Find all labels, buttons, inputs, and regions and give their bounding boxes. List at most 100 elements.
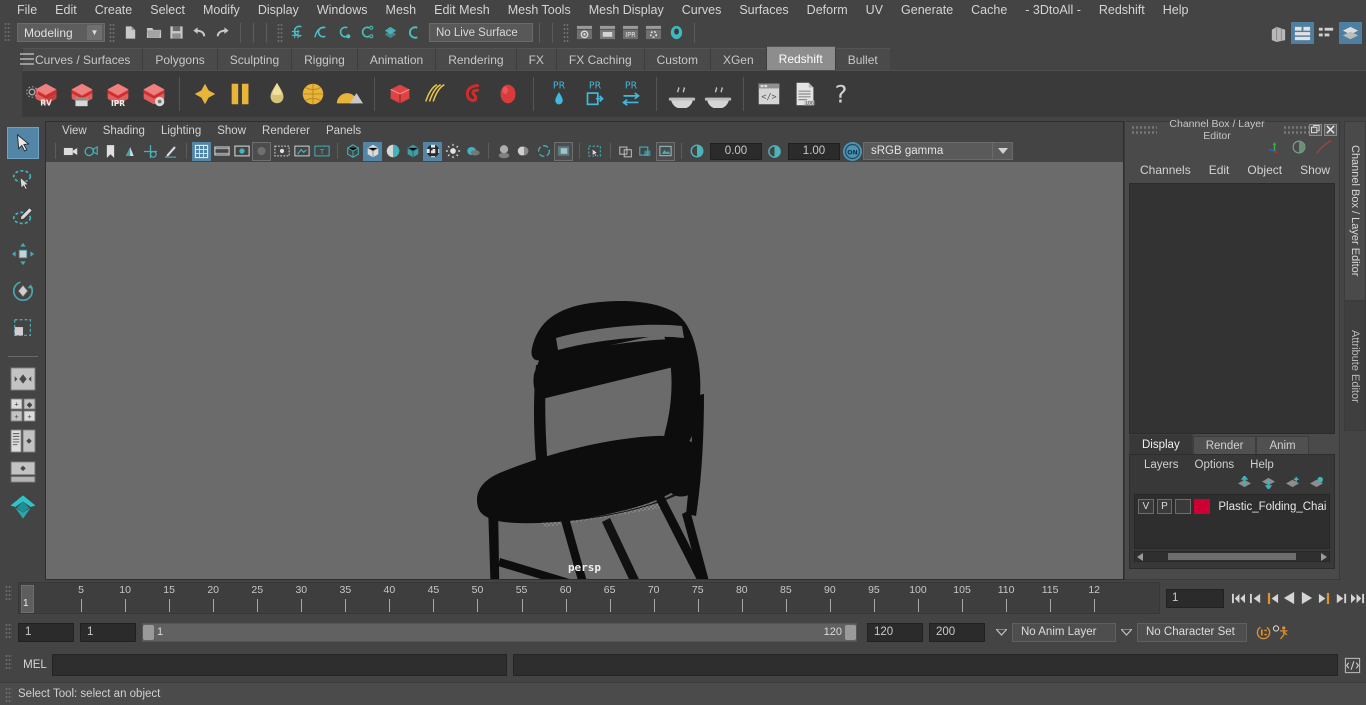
move-layer-down-icon[interactable]: [1261, 476, 1276, 492]
render-settings-icon[interactable]: [642, 22, 665, 44]
character-set-chevron-down-icon[interactable]: [1120, 623, 1133, 642]
shelf-tab-xgen[interactable]: XGen: [709, 48, 766, 70]
snap-to-point-icon[interactable]: [333, 22, 356, 44]
redshift-render-sequence-icon[interactable]: [64, 74, 100, 114]
menu-modify[interactable]: Modify: [194, 0, 249, 20]
redshift-material-icon[interactable]: [187, 74, 223, 114]
menu-curves[interactable]: Curves: [673, 0, 731, 20]
layer-visibility-toggle[interactable]: V: [1138, 499, 1154, 514]
animation-preferences-icon[interactable]: [1272, 622, 1289, 642]
redshift-pr-export-icon[interactable]: PR: [577, 74, 613, 114]
color-management-toggle[interactable]: ON: [843, 141, 862, 161]
playback-end-time-field[interactable]: 120: [867, 622, 923, 642]
scale-tool[interactable]: [7, 312, 39, 344]
camera-attributes-icon[interactable]: [81, 142, 100, 161]
redshift-log-icon[interactable]: .LOG: [787, 74, 823, 114]
two-d-pan-zoom-icon[interactable]: [141, 142, 160, 161]
menu-deform[interactable]: Deform: [798, 0, 857, 20]
shadows-toggle-icon[interactable]: [463, 142, 482, 161]
layer-menu-help[interactable]: Help: [1242, 459, 1282, 471]
safe-action-icon[interactable]: [292, 142, 311, 161]
move-tool[interactable]: [7, 238, 39, 270]
anim-layer-chevron-down-icon[interactable]: [995, 623, 1008, 642]
menu-file[interactable]: File: [8, 0, 46, 20]
anim-layer-dropdown[interactable]: No Anim Layer: [1012, 622, 1116, 642]
dock-tab-attribute-editor[interactable]: Attribute Editor: [1344, 301, 1366, 431]
viewport-snapshot-icon[interactable]: [656, 141, 675, 161]
redshift-sphere-light-icon[interactable]: [295, 74, 331, 114]
step-forward-frame-icon[interactable]: [1315, 588, 1332, 608]
render-current-frame-icon[interactable]: [573, 22, 596, 44]
layer-list-horizontal-scrollbar[interactable]: [1134, 551, 1330, 562]
step-forward-key-icon[interactable]: [1332, 588, 1349, 608]
layer-menu-layers[interactable]: Layers: [1136, 459, 1187, 471]
new-scene-icon[interactable]: [119, 22, 142, 44]
view-transform-dropdown[interactable]: sRGB gamma: [863, 142, 993, 160]
redo-icon[interactable]: [211, 22, 234, 44]
redshift-hair-icon[interactable]: [418, 74, 454, 114]
layer-tab-render[interactable]: Render: [1192, 436, 1257, 454]
shelf-tab-polygons[interactable]: Polygons: [142, 48, 217, 70]
layout-persp-graph[interactable]: [9, 459, 37, 485]
panel-grip[interactable]: [1131, 125, 1157, 134]
shelf-menu-icon[interactable]: [20, 50, 34, 65]
step-back-key-icon[interactable]: [1247, 588, 1264, 608]
gamma-field[interactable]: 1.00: [788, 142, 840, 160]
layer-row[interactable]: V P Plastic_Folding_Chair_: [1138, 498, 1326, 515]
channel-box-curve-icon[interactable]: [1315, 139, 1333, 158]
viewport-menu-show[interactable]: Show: [209, 122, 254, 140]
new-layer-icon[interactable]: [1285, 476, 1300, 492]
redshift-help-icon[interactable]: ?: [823, 74, 859, 114]
show-hide-attribute-editor-icon[interactable]: [1291, 22, 1314, 44]
channel-box-menu-show[interactable]: Show: [1291, 163, 1339, 177]
viewport-menu-view[interactable]: View: [54, 122, 95, 140]
menu-uv[interactable]: UV: [857, 0, 892, 20]
range-slider-right-handle[interactable]: [845, 624, 856, 640]
layout-hypershade[interactable]: [9, 490, 37, 524]
step-back-frame-icon[interactable]: [1264, 588, 1281, 608]
xray-active-components-icon[interactable]: [534, 142, 553, 161]
viewport-menu-renderer[interactable]: Renderer: [254, 122, 318, 140]
shelf-tab-curves-surfaces[interactable]: Curves / Surfaces: [22, 48, 143, 70]
character-set-dropdown[interactable]: No Character Set: [1137, 622, 1247, 642]
menu-mesh[interactable]: Mesh: [377, 0, 426, 20]
ipr-render-icon[interactable]: IPR: [619, 22, 642, 44]
viewport-canvas[interactable]: y x z persp: [46, 162, 1123, 579]
rotate-tool[interactable]: [7, 275, 39, 307]
status-line-grip[interactable]: [4, 22, 11, 43]
move-layer-up-icon[interactable]: [1237, 474, 1252, 492]
shelf-tab-rigging[interactable]: Rigging: [291, 48, 357, 70]
gate-mask-icon[interactable]: [252, 141, 271, 161]
redshift-render-settings-icon[interactable]: [136, 74, 172, 114]
auto-key-icon[interactable]: [1255, 622, 1272, 642]
redshift-proxy-icon[interactable]: [382, 74, 418, 114]
make-live-icon[interactable]: [402, 22, 425, 44]
command-input[interactable]: [52, 654, 507, 676]
live-surface-field[interactable]: No Live Surface: [429, 23, 533, 42]
redshift-bake-icon[interactable]: [664, 74, 700, 114]
menu-cache[interactable]: Cache: [962, 0, 1016, 20]
layout-four-view[interactable]: + ◆ + +: [9, 397, 37, 423]
viewport-screenshot-icon[interactable]: [636, 142, 655, 161]
shelf-options-gear-icon[interactable]: [25, 85, 41, 101]
show-hide-channel-box-icon[interactable]: [1339, 22, 1362, 44]
view-transform-chevron-down-icon[interactable]: [993, 142, 1013, 160]
exposure-icon[interactable]: [687, 142, 706, 161]
shelf-tab-fx-caching[interactable]: FX Caching: [555, 48, 644, 70]
snap-to-view-planes-icon[interactable]: [379, 22, 402, 44]
field-chart-icon[interactable]: [272, 142, 291, 161]
go-to-end-icon[interactable]: [1349, 588, 1366, 608]
film-gate-icon[interactable]: [212, 142, 231, 161]
playback-start-time-field[interactable]: 1: [80, 622, 136, 642]
shelf-tab-sculpting[interactable]: Sculpting: [216, 48, 292, 70]
shade-flat-icon[interactable]: [383, 142, 402, 161]
shelf-tab-custom[interactable]: Custom: [643, 48, 710, 70]
command-language-label[interactable]: MEL: [18, 659, 52, 671]
menu-help[interactable]: Help: [1154, 0, 1198, 20]
xray-joints-icon[interactable]: [514, 142, 533, 161]
go-to-start-icon[interactable]: [1230, 588, 1247, 608]
current-frame-field[interactable]: 1: [1166, 588, 1224, 608]
redshift-sprite-icon[interactable]: [490, 74, 526, 114]
snap-to-projected-center-icon[interactable]: [356, 22, 379, 44]
redshift-area-light-icon[interactable]: [331, 74, 367, 114]
